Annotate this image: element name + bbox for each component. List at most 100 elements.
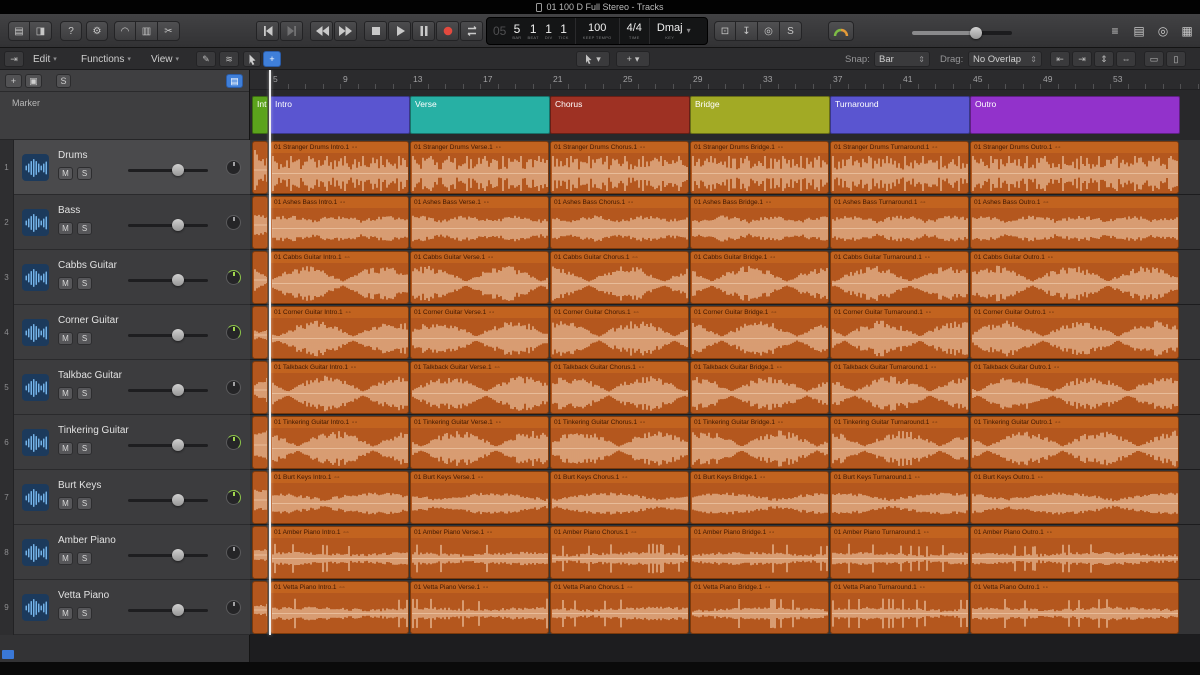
- volume-slider-thumb[interactable]: [172, 439, 184, 451]
- go-to-beginning-button[interactable]: [256, 21, 279, 41]
- solo-button[interactable]: S: [77, 497, 92, 510]
- waveform-zoom-icon[interactable]: ⇕: [1094, 51, 1114, 67]
- audio-region[interactable]: 01 Talkback Guitar Bridge.1 ▫▫: [690, 361, 829, 414]
- audio-region[interactable]: 01 Vetta Piano Outro.1 ▫▫: [970, 581, 1179, 634]
- volume-slider-thumb[interactable]: [172, 274, 184, 286]
- software-monitoring-icon[interactable]: ⊡: [714, 21, 736, 41]
- audio-region[interactable]: 01 Talkback Guitar Intro.1 ▫▫: [270, 361, 409, 414]
- zoom-vertical-icon[interactable]: ⇥: [1072, 51, 1092, 67]
- audio-region[interactable]: 01 Amber Piano Chorus.1 ▫▫: [550, 526, 689, 579]
- volume-slider[interactable]: [128, 329, 208, 341]
- pause-button[interactable]: [412, 21, 435, 41]
- add-track-button[interactable]: +: [5, 74, 22, 88]
- mute-button[interactable]: M: [58, 607, 73, 620]
- volume-slider[interactable]: [128, 164, 208, 176]
- count-in-icon[interactable]: ↧: [736, 21, 758, 41]
- smart-controls-icon[interactable]: ◠: [114, 21, 136, 41]
- volume-slider-thumb[interactable]: [172, 384, 184, 396]
- mute-button[interactable]: M: [58, 497, 73, 510]
- lcd-tempo[interactable]: 100 KEEP TEMPO: [576, 18, 620, 44]
- audio-region[interactable]: 01 Cabbs Guitar Verse.1 ▫▫: [410, 251, 549, 304]
- solo-button[interactable]: S: [77, 167, 92, 180]
- audio-region[interactable]: 01 Corner Guitar Verse.1 ▫▫: [410, 306, 549, 359]
- playhead[interactable]: [269, 70, 271, 635]
- audio-region[interactable]: 01 Cabbs Guitar Outro.1 ▫▫: [970, 251, 1179, 304]
- menu-functions[interactable]: Functions ▾: [76, 51, 136, 67]
- region-fragment[interactable]: [252, 251, 268, 304]
- audio-region[interactable]: 01 Ashes Bass Intro.1 ▫▫: [270, 196, 409, 249]
- audio-region[interactable]: 01 Amber Piano Verse.1 ▫▫: [410, 526, 549, 579]
- audio-region[interactable]: 01 Vetta Piano Intro.1 ▫▫: [270, 581, 409, 634]
- solo-button[interactable]: S: [77, 552, 92, 565]
- audio-region[interactable]: 01 Cabbs Guitar Intro.1 ▫▫: [270, 251, 409, 304]
- browsers-icon[interactable]: ▦: [1176, 21, 1198, 41]
- left-click-tool-menu[interactable]: ▾: [576, 51, 610, 67]
- audio-region[interactable]: 01 Amber Piano Intro.1 ▫▫: [270, 526, 409, 579]
- collapse-icon[interactable]: ▯: [1166, 51, 1186, 67]
- lcd-time-signature[interactable]: 4/4 TIME: [620, 18, 650, 44]
- solo-button[interactable]: S: [77, 387, 92, 400]
- solo-mode-icon[interactable]: S: [780, 21, 802, 41]
- audio-region[interactable]: 01 Corner Guitar Intro.1 ▫▫: [270, 306, 409, 359]
- corner-button[interactable]: [2, 650, 14, 659]
- audio-region[interactable]: 01 Amber Piano Bridge.1 ▫▫: [690, 526, 829, 579]
- audio-region[interactable]: 01 Ashes Bass Outro.1 ▫▫: [970, 196, 1179, 249]
- volume-slider[interactable]: [128, 274, 208, 286]
- marker-lane-header[interactable]: Marker: [0, 92, 249, 140]
- pan-knob[interactable]: [226, 490, 241, 505]
- volume-slider[interactable]: [128, 384, 208, 396]
- track-header[interactable]: 6 Tinkering Guitar M S: [0, 415, 250, 470]
- pointer-tool-button[interactable]: [243, 51, 261, 67]
- audio-region[interactable]: 01 Ashes Bass Verse.1 ▫▫: [410, 196, 549, 249]
- solo-off-button[interactable]: S: [56, 74, 71, 88]
- lcd-key[interactable]: Dmaj KEY ▾: [650, 18, 698, 44]
- volume-slider[interactable]: [128, 494, 208, 506]
- audio-region[interactable]: 01 Cabbs Guitar Chorus.1 ▫▫: [550, 251, 689, 304]
- library-icon[interactable]: ▤: [8, 21, 30, 41]
- snap-menu[interactable]: Bar ⇕: [874, 51, 930, 67]
- inspector-icon[interactable]: ◨: [30, 21, 52, 41]
- arrangement-marker[interactable]: Chorus: [550, 96, 690, 134]
- quick-help-icon[interactable]: ?: [60, 21, 82, 41]
- audio-region[interactable]: 01 Vetta Piano Verse.1 ▫▫: [410, 581, 549, 634]
- region-fragment[interactable]: [252, 306, 268, 359]
- volume-slider-thumb[interactable]: [172, 494, 184, 506]
- metronome-icon[interactable]: ◎: [758, 21, 780, 41]
- volume-slider-thumb[interactable]: [172, 604, 184, 616]
- audio-region[interactable]: 01 Burt Keys Chorus.1 ▫▫: [550, 471, 689, 524]
- pan-knob[interactable]: [226, 380, 241, 395]
- marquee-tool-button[interactable]: +: [263, 51, 281, 67]
- automation-icon[interactable]: ✎: [196, 51, 216, 67]
- track-header[interactable]: 5 Talkbac Guitar M S: [0, 360, 250, 415]
- track-header[interactable]: 7 Burt Keys M S: [0, 470, 250, 525]
- record-button[interactable]: [436, 21, 459, 41]
- track-header[interactable]: 8 Amber Piano M S: [0, 525, 250, 580]
- audio-region[interactable]: 01 Corner Guitar Bridge.1 ▫▫: [690, 306, 829, 359]
- arrangement-marker[interactable]: Outro: [970, 96, 1180, 134]
- arrangement-marker[interactable]: Turnaround: [830, 96, 970, 134]
- audio-region[interactable]: 01 Tinkering Guitar Chorus.1 ▫▫: [550, 416, 689, 469]
- hide-groups-icon[interactable]: ▭: [1144, 51, 1164, 67]
- audio-region[interactable]: 01 Burt Keys Bridge.1 ▫▫: [690, 471, 829, 524]
- audio-region[interactable]: 01 Burt Keys Turnaround.1 ▫▫: [830, 471, 969, 524]
- forward-button[interactable]: [334, 21, 357, 41]
- audio-region[interactable]: 01 Stranger Drums Chorus.1 ▫▫: [550, 141, 689, 194]
- lcd-display[interactable]: 05 5 BAR 1 BEAT 1 DIV 1 TICK 100 KEEP TEMPO …: [486, 17, 708, 45]
- global-tracks-icon[interactable]: ▤: [226, 74, 243, 88]
- audio-region[interactable]: 01 Tinkering Guitar Verse.1 ▫▫: [410, 416, 549, 469]
- audio-region[interactable]: 01 Corner Guitar Outro.1 ▫▫: [970, 306, 1179, 359]
- menu-view[interactable]: View ▾: [146, 51, 184, 67]
- lcd-position[interactable]: 05 5 BAR 1 BEAT 1 DIV 1 TICK: [487, 18, 576, 44]
- audio-region[interactable]: 01 Talkback Guitar Turnaround.1 ▫▫: [830, 361, 969, 414]
- region-fragment[interactable]: [252, 416, 268, 469]
- arrangement-marker[interactable]: Int: [252, 96, 268, 134]
- pan-knob[interactable]: [226, 325, 241, 340]
- volume-slider-thumb[interactable]: [172, 329, 184, 341]
- audio-region[interactable]: 01 Tinkering Guitar Intro.1 ▫▫: [270, 416, 409, 469]
- zoom-horizontal-icon[interactable]: ⇤: [1050, 51, 1070, 67]
- audio-region[interactable]: 01 Burt Keys Intro.1 ▫▫: [270, 471, 409, 524]
- audio-region[interactable]: 01 Corner Guitar Turnaround.1 ▫▫: [830, 306, 969, 359]
- audio-region[interactable]: 01 Vetta Piano Bridge.1 ▫▫: [690, 581, 829, 634]
- stop-button[interactable]: [364, 21, 387, 41]
- drag-menu[interactable]: No Overlap ⇕: [968, 51, 1042, 67]
